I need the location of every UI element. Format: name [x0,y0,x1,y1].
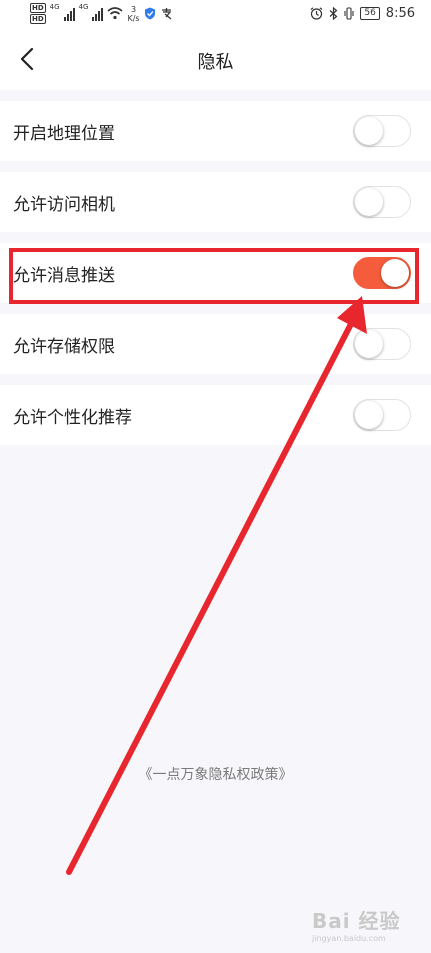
signal-icon [92,7,104,21]
location-toggle[interactable] [353,115,411,147]
battery-level: 56 [360,7,380,20]
watermark-logo: Bai 经验 [312,909,401,933]
hd-badge: HD [30,3,46,13]
vibrate-icon [344,7,354,20]
setting-row-personalization: 允许个性化推荐 [0,385,431,445]
speed-value: 3 [130,4,137,14]
hd-badges: HD HD [30,3,46,24]
signal-icon [63,7,75,21]
toggle-knob [355,188,383,216]
setting-row-storage: 允许存储权限 [0,314,431,374]
baidu-watermark: Bai 经验 jingyan.baidu.com [312,905,422,945]
status-bar: HD HD 4G 4G 3 K/s 56 8:56 [0,0,431,28]
setting-label: 允许存储权限 [13,337,115,357]
page-header: 隐私 [0,28,431,90]
setting-row-location: 开启地理位置 [0,101,431,161]
hd-badge: HD [30,14,46,24]
storage-toggle[interactable] [353,328,411,360]
setting-label: 允许个性化推荐 [13,408,132,428]
speed-unit: K/s [127,13,140,23]
network-type-label: 4G [78,3,89,11]
network-speed: 3 K/s [127,5,139,23]
clock-time: 8:56 [385,6,415,21]
page-title: 隐私 [197,52,234,73]
setting-label: 开启地理位置 [13,124,115,144]
alarm-icon [310,7,323,20]
setting-label: 允许访问相机 [13,195,115,215]
watermark-url: jingyan.baidu.com [312,934,386,943]
personalization-toggle[interactable] [353,399,411,431]
setting-row-camera: 允许访问相机 [0,172,431,232]
toggle-knob [355,330,383,358]
status-left: HD HD 4G 4G 3 K/s [30,3,173,24]
network-type-label: 4G [49,3,60,11]
camera-toggle[interactable] [353,186,411,218]
toggle-knob [355,401,383,429]
wifi-icon [107,7,123,20]
privacy-policy-link[interactable]: 《一点万象隐私权政策》 [0,764,431,784]
annotation-highlight-box [9,248,419,304]
toggle-knob [355,117,383,145]
bluetooth-icon [329,7,338,20]
shield-icon [144,7,155,20]
alipay-icon [161,8,171,20]
status-right: 56 8:56 [310,6,415,21]
